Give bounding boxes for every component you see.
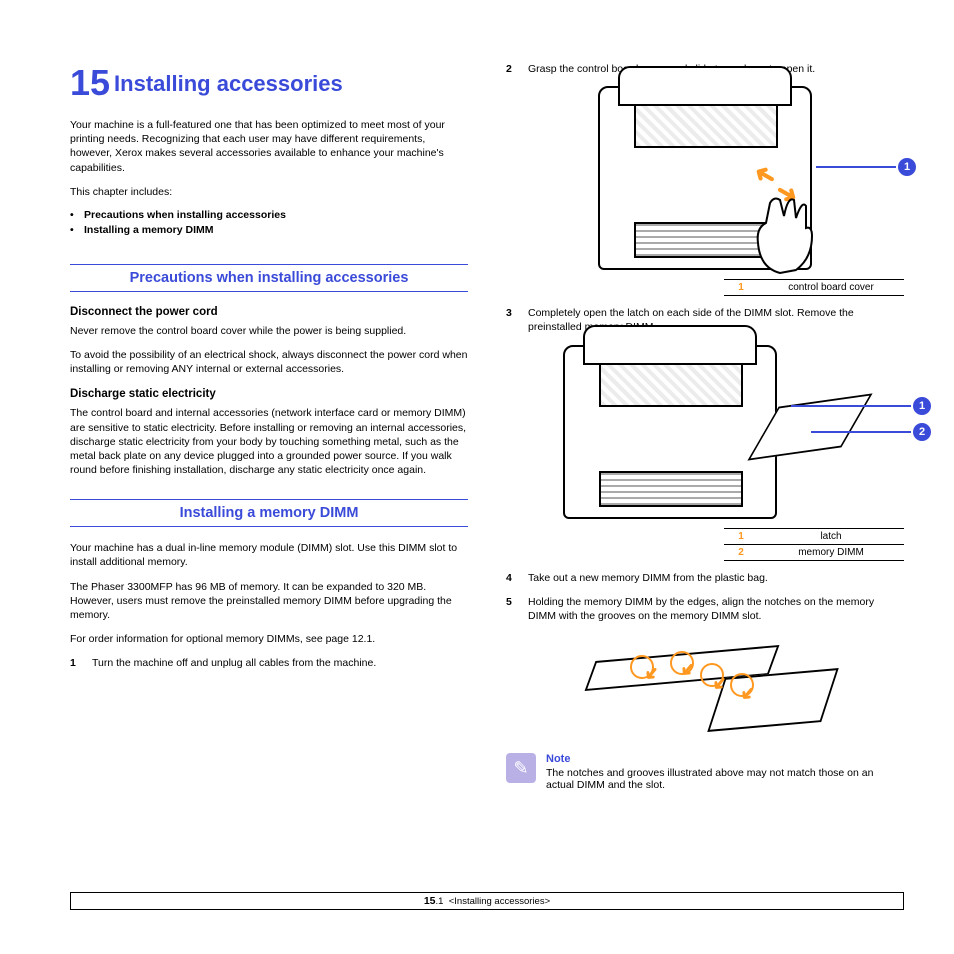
includes-item: Precautions when installing accessories xyxy=(70,209,468,221)
body-text: For order information for optional memor… xyxy=(70,632,468,646)
step-item: 1 Turn the machine off and unplug all ca… xyxy=(70,656,468,670)
note-title: Note xyxy=(546,753,904,765)
callout-bubble: 1 xyxy=(913,397,931,415)
dimm-alignment-illustration: ➜ ➜ ➜ ➜ xyxy=(580,633,830,743)
printer-tray-icon xyxy=(599,471,743,507)
legend-value: memory DIMM xyxy=(758,544,904,560)
printer-body-icon: ➜ xyxy=(563,345,777,519)
callout-line xyxy=(816,166,896,168)
page-footer: 15.1 <Installing accessories> xyxy=(70,892,904,910)
legend-row: 2 memory DIMM xyxy=(724,544,904,560)
callout-bubble: 1 xyxy=(898,158,916,176)
callout-line xyxy=(811,431,911,433)
note-text: The notches and grooves illustrated abov… xyxy=(546,767,904,791)
note-body: Note The notches and grooves illustrated… xyxy=(546,753,904,791)
step-number: 1 xyxy=(70,656,76,670)
step-list-left: 1 Turn the machine off and unplug all ca… xyxy=(70,656,468,670)
chapter-title-text: Installing accessories xyxy=(114,71,343,96)
printer-adf-icon xyxy=(583,325,757,365)
left-column: 15Installing accessories Your machine is… xyxy=(70,62,468,791)
figure-legend: 1 control board cover xyxy=(724,279,904,296)
legend-key: 1 xyxy=(724,528,758,544)
step-text: Take out a new memory DIMM from the plas… xyxy=(528,572,768,584)
section-heading-precautions: Precautions when installing accessories xyxy=(70,264,468,292)
legend-value: control board cover xyxy=(758,280,904,296)
printer-illustration: ➜ 1 2 xyxy=(563,345,777,519)
figure-control-board-cover: ➜ ➜ 1 1 control board cover xyxy=(506,86,904,296)
body-text: The Phaser 3300MFP has 96 MB of memory. … xyxy=(70,580,468,623)
figure-dimm-slot: ➜ 1 2 1 latch 2 memory DIMM xyxy=(506,345,904,561)
step-text: Holding the memory DIMM by the edges, al… xyxy=(528,596,874,622)
legend-row: 1 control board cover xyxy=(724,280,904,296)
note-block: ✎ Note The notches and grooves illustrat… xyxy=(506,753,904,791)
hand-icon xyxy=(740,188,820,278)
printer-illustration: ➜ ➜ 1 xyxy=(598,86,812,270)
chapter-includes-list: Precautions when installing accessories … xyxy=(70,209,468,236)
legend-row: 1 latch xyxy=(724,528,904,544)
legend-key: 1 xyxy=(724,280,758,296)
includes-item: Installing a memory DIMM xyxy=(70,224,468,236)
body-text: The control board and internal accessori… xyxy=(70,406,468,477)
legend-value: latch xyxy=(758,528,904,544)
step-item: 5 Holding the memory DIMM by the edges, … xyxy=(506,595,904,623)
page: 15Installing accessories Your machine is… xyxy=(0,0,954,954)
callout-line xyxy=(791,405,911,407)
step-number: 3 xyxy=(506,306,512,320)
step-number: 5 xyxy=(506,595,512,609)
right-column: 2 Grasp the control board cover and slid… xyxy=(506,62,904,791)
body-text: Your machine has a dual in-line memory m… xyxy=(70,541,468,569)
subheading-disconnect: Disconnect the power cord xyxy=(70,306,468,318)
step-number: 4 xyxy=(506,571,512,585)
printer-panel-icon xyxy=(599,363,743,407)
dimm-chip-icon xyxy=(707,668,839,732)
printer-body-icon: ➜ ➜ xyxy=(598,86,812,270)
body-text: To avoid the possibility of an electrica… xyxy=(70,348,468,376)
callout-bubble: 2 xyxy=(913,423,931,441)
step-list-right: 4 Take out a new memory DIMM from the pl… xyxy=(506,571,904,624)
printer-adf-icon xyxy=(618,66,792,106)
figure-legend: 1 latch 2 memory DIMM xyxy=(724,528,904,561)
printer-panel-icon xyxy=(634,104,778,148)
footer-page-rest: .1 xyxy=(436,896,444,907)
legend-key: 2 xyxy=(724,544,758,560)
footer-page-bold: 15 xyxy=(424,895,436,907)
figure-dimm-align: ➜ ➜ ➜ ➜ xyxy=(506,633,904,743)
intro-paragraph: Your machine is a full-featured one that… xyxy=(70,118,468,175)
step-text: Turn the machine off and unplug all cabl… xyxy=(92,657,376,669)
footer-crumb: <Installing accessories> xyxy=(449,896,550,907)
chapter-title: 15Installing accessories xyxy=(70,62,468,104)
chapter-number: 15 xyxy=(70,62,110,103)
includes-label: This chapter includes: xyxy=(70,185,468,199)
note-icon: ✎ xyxy=(506,753,536,783)
step-number: 2 xyxy=(506,62,512,76)
section-heading-dimm: Installing a memory DIMM xyxy=(70,499,468,527)
subheading-static: Discharge static electricity xyxy=(70,388,468,400)
two-column-layout: 15Installing accessories Your machine is… xyxy=(70,62,904,791)
body-text: Never remove the control board cover whi… xyxy=(70,324,468,338)
step-item: 4 Take out a new memory DIMM from the pl… xyxy=(506,571,904,585)
